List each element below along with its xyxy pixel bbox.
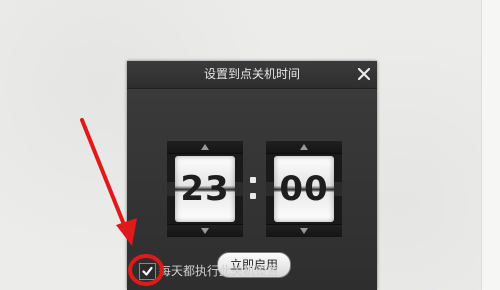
red-circle-annotation (128, 254, 164, 286)
annotation-overlay (80, 118, 164, 286)
red-arrow-annotation (80, 118, 137, 246)
